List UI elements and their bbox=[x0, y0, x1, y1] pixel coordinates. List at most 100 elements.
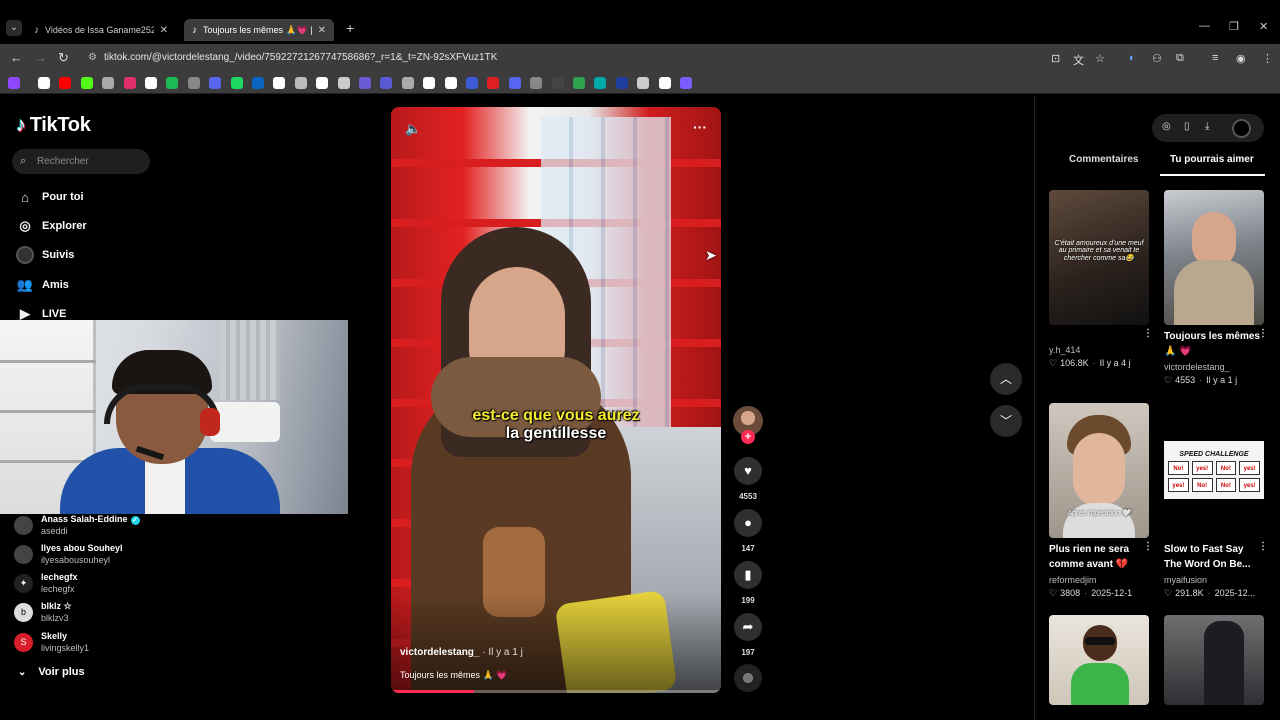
url-field[interactable]: ⚙ tiktok.com/@victordelestang_/video/759… bbox=[82, 48, 1042, 68]
forward-icon[interactable]: → bbox=[34, 50, 47, 65]
bookmark-favicon-icon[interactable] bbox=[423, 77, 436, 89]
card-menu-icon[interactable]: ⋮ bbox=[1143, 541, 1153, 552]
bookmark-favicon-icon[interactable] bbox=[187, 77, 200, 89]
video-thumbnail[interactable] bbox=[1049, 615, 1149, 705]
profile-avatar[interactable] bbox=[1232, 119, 1251, 138]
video-thumbnail[interactable] bbox=[1164, 615, 1264, 705]
card-menu-icon[interactable]: ⋮ bbox=[1143, 328, 1153, 339]
bookmark-icon: ▮ bbox=[744, 567, 752, 582]
bookmark-favicon-icon[interactable] bbox=[551, 77, 564, 89]
search-input[interactable]: ⌕ Rechercher bbox=[12, 149, 150, 174]
nav-amis[interactable]: 👥 Amis bbox=[16, 275, 69, 295]
tiktok-logo[interactable]: ♪ TikTok bbox=[16, 114, 91, 137]
bookmark-favicon-icon[interactable] bbox=[658, 77, 671, 89]
tab-commentaires[interactable]: Commentaires bbox=[1069, 154, 1138, 165]
nav-suivis[interactable]: Suivis bbox=[16, 245, 74, 265]
site-info-icon[interactable]: ⚙ bbox=[88, 48, 97, 68]
voir-plus-button[interactable]: ⌄ Voir plus bbox=[18, 666, 85, 678]
bookmark-favicon-icon[interactable] bbox=[508, 77, 521, 89]
video-thumbnail[interactable]: Après l'opération 🤍 bbox=[1049, 403, 1149, 538]
bookmark-favicon-icon[interactable] bbox=[466, 77, 478, 89]
subtitle-line: la gentillesse bbox=[505, 425, 607, 442]
previous-video-button[interactable]: ︿ bbox=[990, 363, 1022, 395]
extension-icon[interactable]: ⚇ bbox=[1152, 52, 1162, 65]
extensions-puzzle-icon[interactable]: ⧉ bbox=[1176, 52, 1184, 65]
bookmark-favicon-icon[interactable] bbox=[252, 77, 264, 89]
video-author[interactable]: victordelestang_ · Il y a 1 j bbox=[400, 647, 523, 658]
install-app-icon[interactable]: ⊡ bbox=[1051, 52, 1060, 65]
more-options-icon[interactable]: ··· bbox=[693, 119, 707, 135]
share-button[interactable]: ➦ bbox=[734, 613, 762, 641]
next-video-button[interactable]: ﹀ bbox=[990, 405, 1022, 437]
bookmark-favicon-icon[interactable] bbox=[680, 77, 692, 89]
tab-search-button[interactable]: ⌄ bbox=[6, 20, 22, 36]
video-player[interactable]: 🔈 ··· est-ce que vous aurez la gentilles… bbox=[391, 107, 721, 693]
media-control-icon[interactable]: ≡ bbox=[1212, 52, 1218, 64]
video-thumbnail[interactable]: SPEED CHALLENGE No! yes! No! yes! yes! No! No!… bbox=[1164, 403, 1264, 538]
music-disc-icon[interactable] bbox=[734, 664, 762, 692]
bookmark-favicon-icon[interactable] bbox=[444, 77, 457, 89]
bookmark-favicon-icon[interactable] bbox=[273, 77, 286, 89]
bookmark-favicon-icon[interactable] bbox=[359, 77, 371, 89]
nav-explorer[interactable]: ◎ Explorer bbox=[16, 216, 86, 236]
bookmark-favicon-icon[interactable] bbox=[530, 77, 543, 89]
bookmark-favicon-icon[interactable] bbox=[401, 77, 414, 89]
follow-plus-icon[interactable]: + bbox=[741, 430, 755, 444]
extension-icon[interactable]: ◗ bbox=[1128, 52, 1135, 64]
reload-icon[interactable]: ↻ bbox=[58, 50, 69, 66]
download-icon[interactable]: ⤓ bbox=[1205, 121, 1209, 132]
card-date: 2025-12-1 bbox=[1091, 588, 1133, 598]
compass-icon[interactable]: ◎ bbox=[1162, 121, 1171, 132]
bookmark-favicon-icon[interactable] bbox=[337, 77, 350, 89]
bookmark-star-icon[interactable]: ☆ bbox=[1095, 52, 1105, 65]
bookmark-favicon-icon[interactable] bbox=[637, 77, 650, 89]
video-progress-bar[interactable] bbox=[391, 690, 721, 693]
browser-tab[interactable]: ♪ Vidéos de Issa Ganame252 (@i ✕ bbox=[26, 19, 176, 41]
bookmark-favicon-icon[interactable] bbox=[594, 77, 607, 89]
video-thumbnail[interactable]: C'était amoureux d'une meuf au primaire … bbox=[1049, 190, 1149, 325]
bookmark-favicon-icon[interactable] bbox=[573, 77, 585, 89]
translate-icon[interactable]: 文 bbox=[1073, 52, 1084, 68]
account-user: livingskelly1 bbox=[41, 643, 90, 653]
bookmark-favicon-icon[interactable] bbox=[209, 77, 222, 89]
back-icon[interactable]: ← bbox=[10, 50, 23, 65]
tab-close-icon[interactable]: ✕ bbox=[160, 25, 168, 36]
bookmark-favicon-icon[interactable] bbox=[316, 77, 329, 89]
mouse-cursor-icon: ➤ bbox=[705, 247, 717, 263]
comment-button[interactable]: ● bbox=[734, 509, 762, 537]
bookmark-favicon-icon[interactable] bbox=[102, 77, 115, 89]
maximize-icon[interactable]: ❐ bbox=[1229, 20, 1239, 33]
tab-tu-pourrais-aimer[interactable]: Tu pourrais aimer bbox=[1170, 154, 1254, 165]
avatar: ✦ bbox=[14, 574, 33, 593]
browser-menu-icon[interactable]: ⋮ bbox=[1262, 52, 1273, 65]
nav-pour-toi[interactable]: ⌂ Pour toi bbox=[16, 187, 84, 207]
bookmark-favicon-icon[interactable] bbox=[166, 77, 179, 89]
bookmark-favicon-icon[interactable] bbox=[8, 77, 20, 89]
tab-close-icon[interactable]: ✕ bbox=[318, 25, 326, 36]
profile-avatar-icon[interactable]: ◉ bbox=[1236, 52, 1246, 65]
volume-icon[interactable]: 🔈 bbox=[405, 121, 421, 137]
avatar bbox=[14, 545, 33, 564]
bookmark-favicon-icon[interactable] bbox=[294, 77, 307, 89]
bookmark-favicon-icon[interactable] bbox=[487, 77, 500, 89]
video-thumbnail[interactable] bbox=[1164, 190, 1264, 325]
like-button[interactable]: ♥ bbox=[734, 457, 762, 485]
new-tab-icon[interactable]: + bbox=[346, 20, 354, 36]
browser-tabstrip: ⌄ ♪ Vidéos de Issa Ganame252 (@i ✕ ♪ Tou… bbox=[0, 0, 1280, 44]
card-menu-icon[interactable]: ⋮ bbox=[1258, 328, 1268, 339]
save-button[interactable]: ▮ bbox=[734, 561, 762, 589]
bookmark-favicon-icon[interactable] bbox=[123, 77, 136, 89]
browser-tab-active[interactable]: ♪ Toujours les mêmes 🙏💗 | Tik ✕ bbox=[184, 19, 334, 41]
bookmark-favicon-icon[interactable] bbox=[80, 77, 93, 89]
bookmark-favicon-icon[interactable] bbox=[145, 77, 157, 89]
card-menu-icon[interactable]: ⋮ bbox=[1258, 541, 1268, 552]
bookmark-favicon-icon[interactable] bbox=[38, 77, 50, 89]
bookmark-favicon-icon[interactable] bbox=[230, 77, 243, 89]
close-window-icon[interactable]: ✕ bbox=[1259, 20, 1268, 33]
mobile-icon[interactable]: ▯ bbox=[1184, 121, 1190, 132]
bookmark-favicon-icon[interactable] bbox=[380, 77, 393, 89]
webcam-headset-earcup bbox=[200, 408, 220, 436]
minimize-icon[interactable]: — bbox=[1199, 20, 1210, 32]
bookmark-favicon-icon[interactable] bbox=[59, 77, 72, 89]
bookmark-favicon-icon[interactable] bbox=[615, 77, 628, 89]
